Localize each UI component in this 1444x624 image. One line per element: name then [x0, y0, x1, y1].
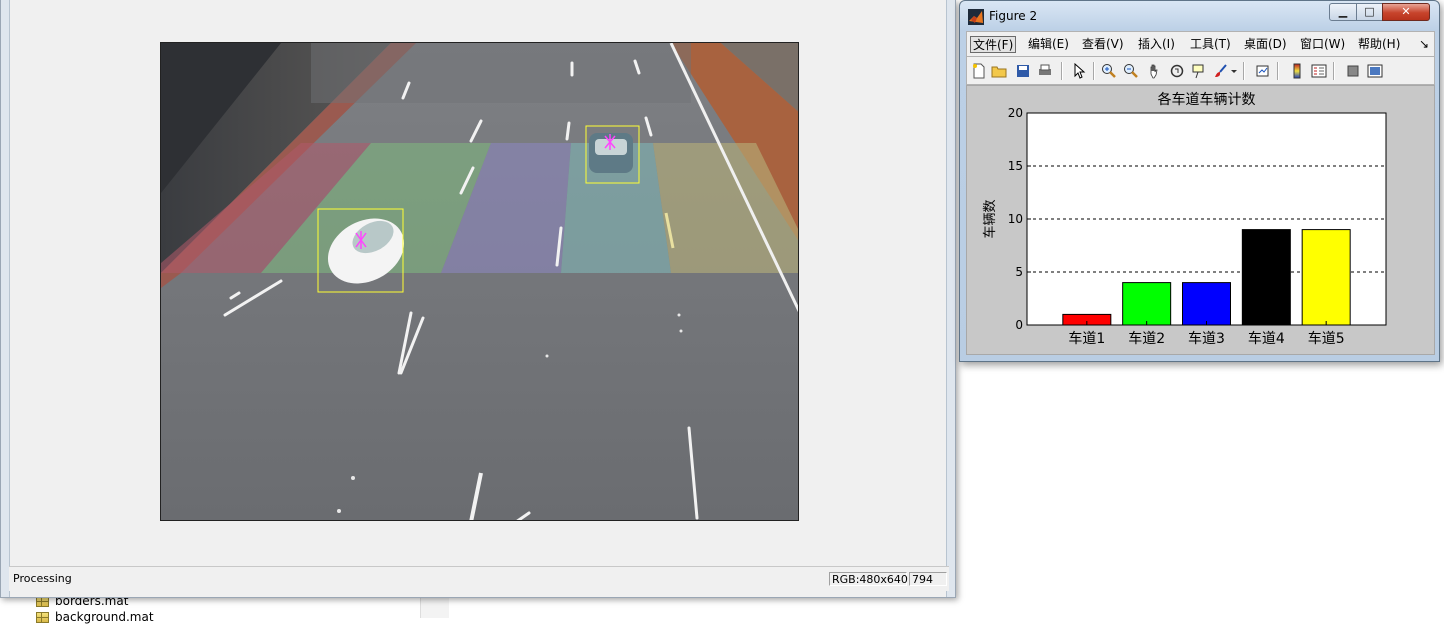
brush-dropdown-icon[interactable] — [1230, 63, 1238, 79]
file-item[interactable]: background.mat — [36, 610, 154, 624]
matlab-logo-icon — [968, 9, 984, 25]
figure-window: Figure 2 ▁ □ ✕ 文件(F) 编辑(E) 查看(V) 插入(I) 工… — [959, 0, 1440, 362]
y-tick-label: 15 — [1008, 159, 1023, 173]
menu-edit[interactable]: 编辑(E) — [1025, 36, 1072, 53]
video-player-window: Processing RGB:480x640 794 — [0, 0, 956, 598]
close-button[interactable]: ✕ — [1382, 3, 1430, 21]
figure-toolbar — [966, 57, 1435, 85]
rgb-info: RGB:480x640 — [829, 572, 908, 586]
menu-tools[interactable]: 工具(T) — [1187, 36, 1234, 53]
bar-chart[interactable]: 各车道车辆计数 车辆数 0 5 10 15 20 车道1 车道2 车道3 车道4 车道5 — [967, 86, 1434, 354]
menu-overflow-icon[interactable]: ↘ — [1416, 36, 1432, 53]
menu-desktop[interactable]: 桌面(D) — [1241, 36, 1290, 53]
chart-title: 各车道车辆计数 — [1158, 91, 1256, 108]
y-tick-label: 5 — [1015, 265, 1023, 279]
brush-icon[interactable] — [1213, 63, 1229, 79]
new-figure-icon[interactable] — [971, 63, 987, 79]
select-arrow-icon[interactable] — [1071, 63, 1087, 79]
open-file-icon[interactable] — [991, 63, 1007, 79]
status-text: Processing — [13, 572, 72, 585]
plot-area: 各车道车辆计数 车辆数 0 5 10 15 20 车道1 车道2 车道3 车道4 车道5 — [966, 85, 1435, 355]
colorbar-icon[interactable] — [1289, 63, 1305, 79]
rotate-3d-icon[interactable] — [1169, 63, 1185, 79]
video-frame — [160, 42, 799, 521]
y-tick-label: 10 — [1008, 212, 1023, 226]
x-tick-label: 车道2 — [1128, 330, 1165, 347]
menu-help[interactable]: 帮助(H) — [1355, 36, 1403, 53]
menu-file[interactable]: 文件(F) — [970, 36, 1017, 53]
zoom-in-icon[interactable] — [1101, 63, 1117, 79]
y-tick-label: 20 — [1008, 106, 1023, 120]
pan-hand-icon[interactable] — [1147, 63, 1163, 79]
bar-5 — [1301, 229, 1351, 326]
menu-insert[interactable]: 插入(I) — [1135, 36, 1178, 53]
legend-icon[interactable] — [1311, 63, 1327, 79]
status-bar: Processing RGB:480x640 794 — [9, 566, 949, 591]
y-tick-label: 0 — [1015, 318, 1023, 332]
y-axis-label: 车辆数 — [982, 199, 998, 238]
data-cursor-icon[interactable] — [1191, 63, 1207, 79]
menu-bar: 文件(F) 编辑(E) 查看(V) 插入(I) 工具(T) 桌面(D) 窗口(W… — [966, 31, 1435, 57]
link-plot-icon[interactable] — [1255, 63, 1271, 79]
zoom-out-icon[interactable] — [1123, 63, 1139, 79]
x-tick-label: 车道3 — [1188, 330, 1225, 347]
mat-file-icon — [36, 611, 49, 623]
menu-view[interactable]: 查看(V) — [1079, 36, 1127, 53]
x-tick-label: 车道4 — [1248, 330, 1285, 347]
show-plot-tools-icon[interactable] — [1367, 63, 1383, 79]
print-icon[interactable] — [1037, 63, 1053, 79]
save-icon[interactable] — [1015, 63, 1031, 79]
hide-plot-tools-icon[interactable] — [1345, 63, 1361, 79]
bar-3 — [1182, 282, 1231, 326]
x-tick-label: 车道1 — [1068, 330, 1105, 347]
maximize-button[interactable]: □ — [1356, 3, 1383, 21]
minimize-button[interactable]: ▁ — [1329, 3, 1357, 21]
file-name: background.mat — [55, 610, 154, 624]
traffic-video-image — [161, 43, 798, 520]
frame-number: 794 — [909, 572, 947, 586]
x-tick-label: 车道5 — [1308, 330, 1345, 347]
bar-2 — [1122, 282, 1172, 326]
figure-title: Figure 2 — [989, 9, 1038, 23]
figure-titlebar[interactable]: Figure 2 ▁ □ ✕ — [960, 1, 1439, 31]
menu-window[interactable]: 窗口(W) — [1297, 36, 1348, 53]
bar-4 — [1241, 229, 1291, 326]
